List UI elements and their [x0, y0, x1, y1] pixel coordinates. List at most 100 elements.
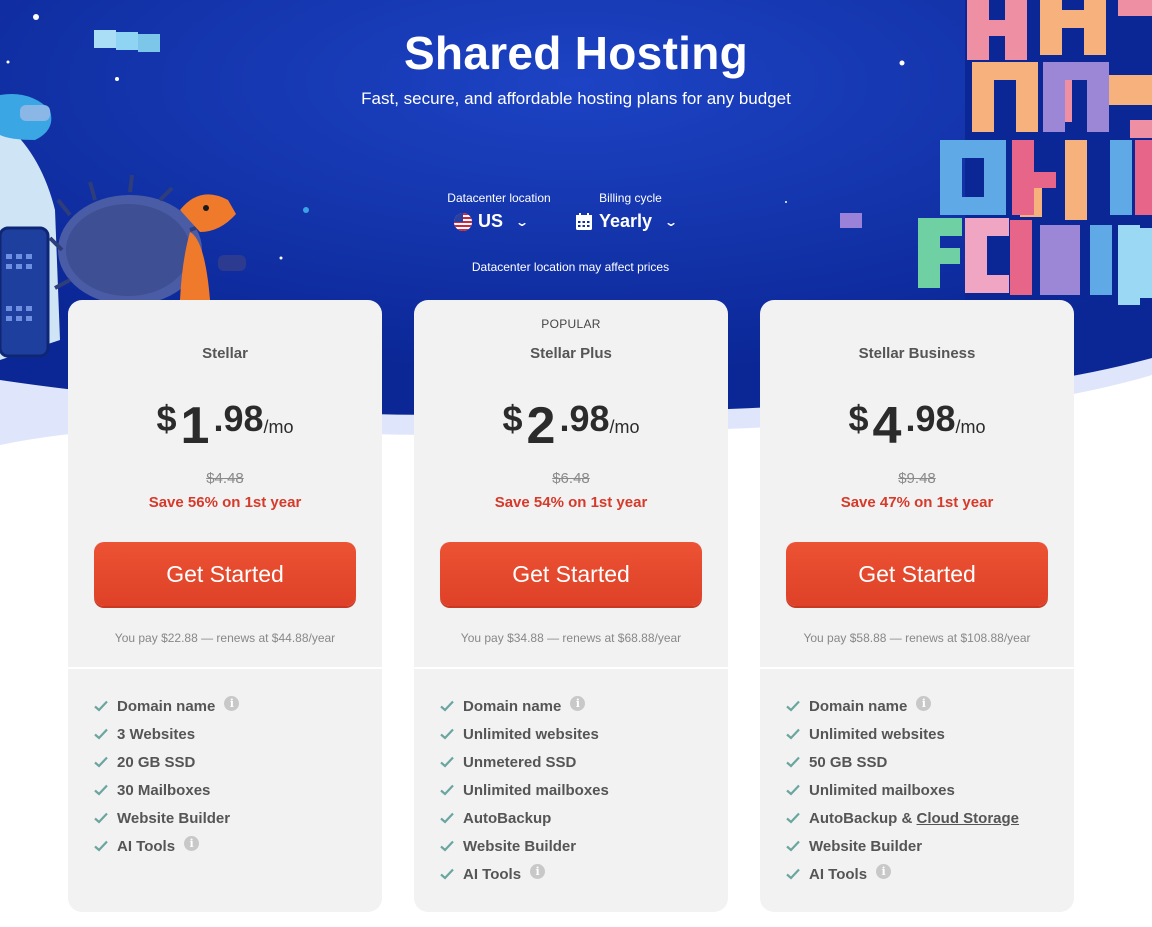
feature-label: 30 Mailboxes — [117, 781, 211, 799]
feature-label: 3 Websites — [117, 725, 196, 743]
feature-label: AI Tools — [117, 837, 176, 855]
check-icon — [440, 812, 454, 824]
feature-item: AI Tools i — [440, 860, 609, 888]
original-price: $4.48 — [206, 470, 244, 487]
check-icon — [786, 728, 800, 740]
check-icon — [786, 840, 800, 852]
feature-list: Domain name i 3 Websites 20 GB SSD 30 Mai… — [94, 692, 240, 860]
feature-label: AutoBackup — [463, 809, 552, 827]
info-icon[interactable]: i — [184, 835, 200, 851]
original-price: $9.48 — [898, 470, 936, 487]
renewal-text: You pay $34.88 — renews at $68.88/year — [460, 631, 682, 645]
feature-item: AutoBackup & Cloud Storage — [786, 804, 1019, 832]
price-dollars: 4 — [872, 397, 902, 455]
info-icon[interactable]: i — [224, 695, 240, 711]
price-dollars: 1 — [180, 397, 210, 455]
price-cents: .98 — [905, 398, 956, 439]
savings-text: Save 56% on 1st year — [148, 494, 302, 511]
feature-item: 30 Mailboxes — [94, 776, 239, 804]
plan-price: $ 1 .98 /mo — [68, 392, 382, 456]
savings-text: Save 47% on 1st year — [840, 494, 994, 511]
get-started-button[interactable]: Get Started — [94, 542, 356, 606]
plan-name: Stellar — [202, 345, 248, 362]
feature-item: Domain name i — [94, 692, 240, 720]
feature-label: Domain name — [809, 697, 908, 715]
price-period: /mo — [955, 417, 986, 437]
feature-label: Unlimited websites — [809, 725, 945, 743]
datacenter-dropdown[interactable]: US ⌄ — [444, 211, 554, 232]
divider — [68, 667, 382, 669]
feature-label: Unlimited websites — [463, 725, 599, 743]
datacenter-selector[interactable]: Datacenter location US ⌄ — [444, 191, 554, 232]
savings-text: Save 54% on 1st year — [494, 494, 648, 511]
us-flag-icon — [454, 212, 472, 231]
feature-label: Domain name — [117, 697, 216, 715]
popular-badge: POPULAR — [541, 317, 601, 331]
get-started-button[interactable]: Get Started — [786, 542, 1048, 606]
feature-item: AutoBackup — [440, 804, 609, 832]
feature-label: Domain name — [463, 697, 562, 715]
plan-card-stellar-business: Stellar Business $ 4 .98 /mo $9.48 Save … — [760, 300, 1074, 912]
info-icon[interactable]: i — [916, 695, 932, 711]
chevron-down-icon: ⌄ — [515, 214, 530, 229]
check-icon — [94, 840, 108, 852]
feature-item: 20 GB SSD — [94, 748, 239, 776]
renewal-text: You pay $22.88 — renews at $44.88/year — [114, 631, 336, 645]
chevron-down-icon: ⌄ — [664, 214, 679, 229]
original-price: $6.48 — [552, 470, 590, 487]
feature-item: Domain name i — [786, 692, 1019, 720]
info-icon[interactable]: i — [570, 695, 586, 711]
info-icon[interactable]: i — [530, 863, 546, 879]
renewal-text: You pay $58.88 — renews at $108.88/year — [803, 631, 1031, 645]
billing-label: Billing cycle — [599, 191, 662, 205]
billing-selector[interactable]: Billing cycle Yearly ⌄ — [573, 191, 688, 232]
billing-dropdown[interactable]: Yearly ⌄ — [573, 211, 688, 232]
get-started-button[interactable]: Get Started — [440, 542, 702, 606]
check-icon — [440, 700, 454, 712]
feature-item: Unlimited websites — [786, 720, 1019, 748]
feature-label: Website Builder — [117, 809, 231, 827]
feature-item: AI Tools i — [786, 860, 1019, 888]
plan-name: Stellar Plus — [530, 345, 612, 362]
feature-item: AI Tools i — [94, 832, 239, 860]
feature-item: 3 Websites — [94, 720, 239, 748]
page-title: Shared Hosting — [403, 27, 749, 79]
calendar-icon — [576, 212, 592, 230]
price-currency: $ — [156, 398, 177, 439]
feature-label: Website Builder — [809, 837, 923, 855]
feature-item: Domain name i — [440, 692, 609, 720]
price-dollars: 2 — [526, 397, 556, 455]
page-subtitle: Fast, secure, and affordable hosting pla… — [361, 89, 791, 108]
check-icon — [94, 784, 108, 796]
check-icon — [786, 784, 800, 796]
plan-price: $ 2 .98 /mo — [414, 392, 728, 456]
price-currency: $ — [502, 398, 523, 439]
feature-item: Website Builder — [786, 832, 1019, 860]
check-icon — [440, 756, 454, 768]
feature-label: 50 GB SSD — [809, 753, 888, 771]
info-icon[interactable]: i — [876, 863, 892, 879]
price-period: /mo — [609, 417, 640, 437]
feature-label: Website Builder — [463, 837, 577, 855]
cloud-storage-link[interactable]: Cloud Storage — [917, 810, 1020, 827]
price-currency: $ — [848, 398, 869, 439]
divider — [760, 667, 1074, 669]
feature-item: Unmetered SSD — [440, 748, 609, 776]
check-icon — [440, 728, 454, 740]
feature-label: Unlimited mailboxes — [809, 781, 955, 799]
feature-label: 20 GB SSD — [117, 753, 196, 771]
check-icon — [786, 812, 800, 824]
check-icon — [94, 728, 108, 740]
check-icon — [786, 756, 800, 768]
check-icon — [440, 840, 454, 852]
check-icon — [94, 756, 108, 768]
feature-item: 50 GB SSD — [786, 748, 1019, 776]
feature-item: Unlimited mailboxes — [786, 776, 1019, 804]
plan-name: Stellar Business — [858, 345, 976, 362]
plan-card-stellar: Stellar $ 1 .98 /mo $4.48 Save 56% on 1s… — [68, 300, 382, 912]
check-icon — [94, 700, 108, 712]
feature-label: Unlimited mailboxes — [463, 781, 609, 799]
check-icon — [440, 868, 454, 880]
feature-item: Unlimited websites — [440, 720, 609, 748]
datacenter-label: Datacenter location — [447, 191, 551, 205]
